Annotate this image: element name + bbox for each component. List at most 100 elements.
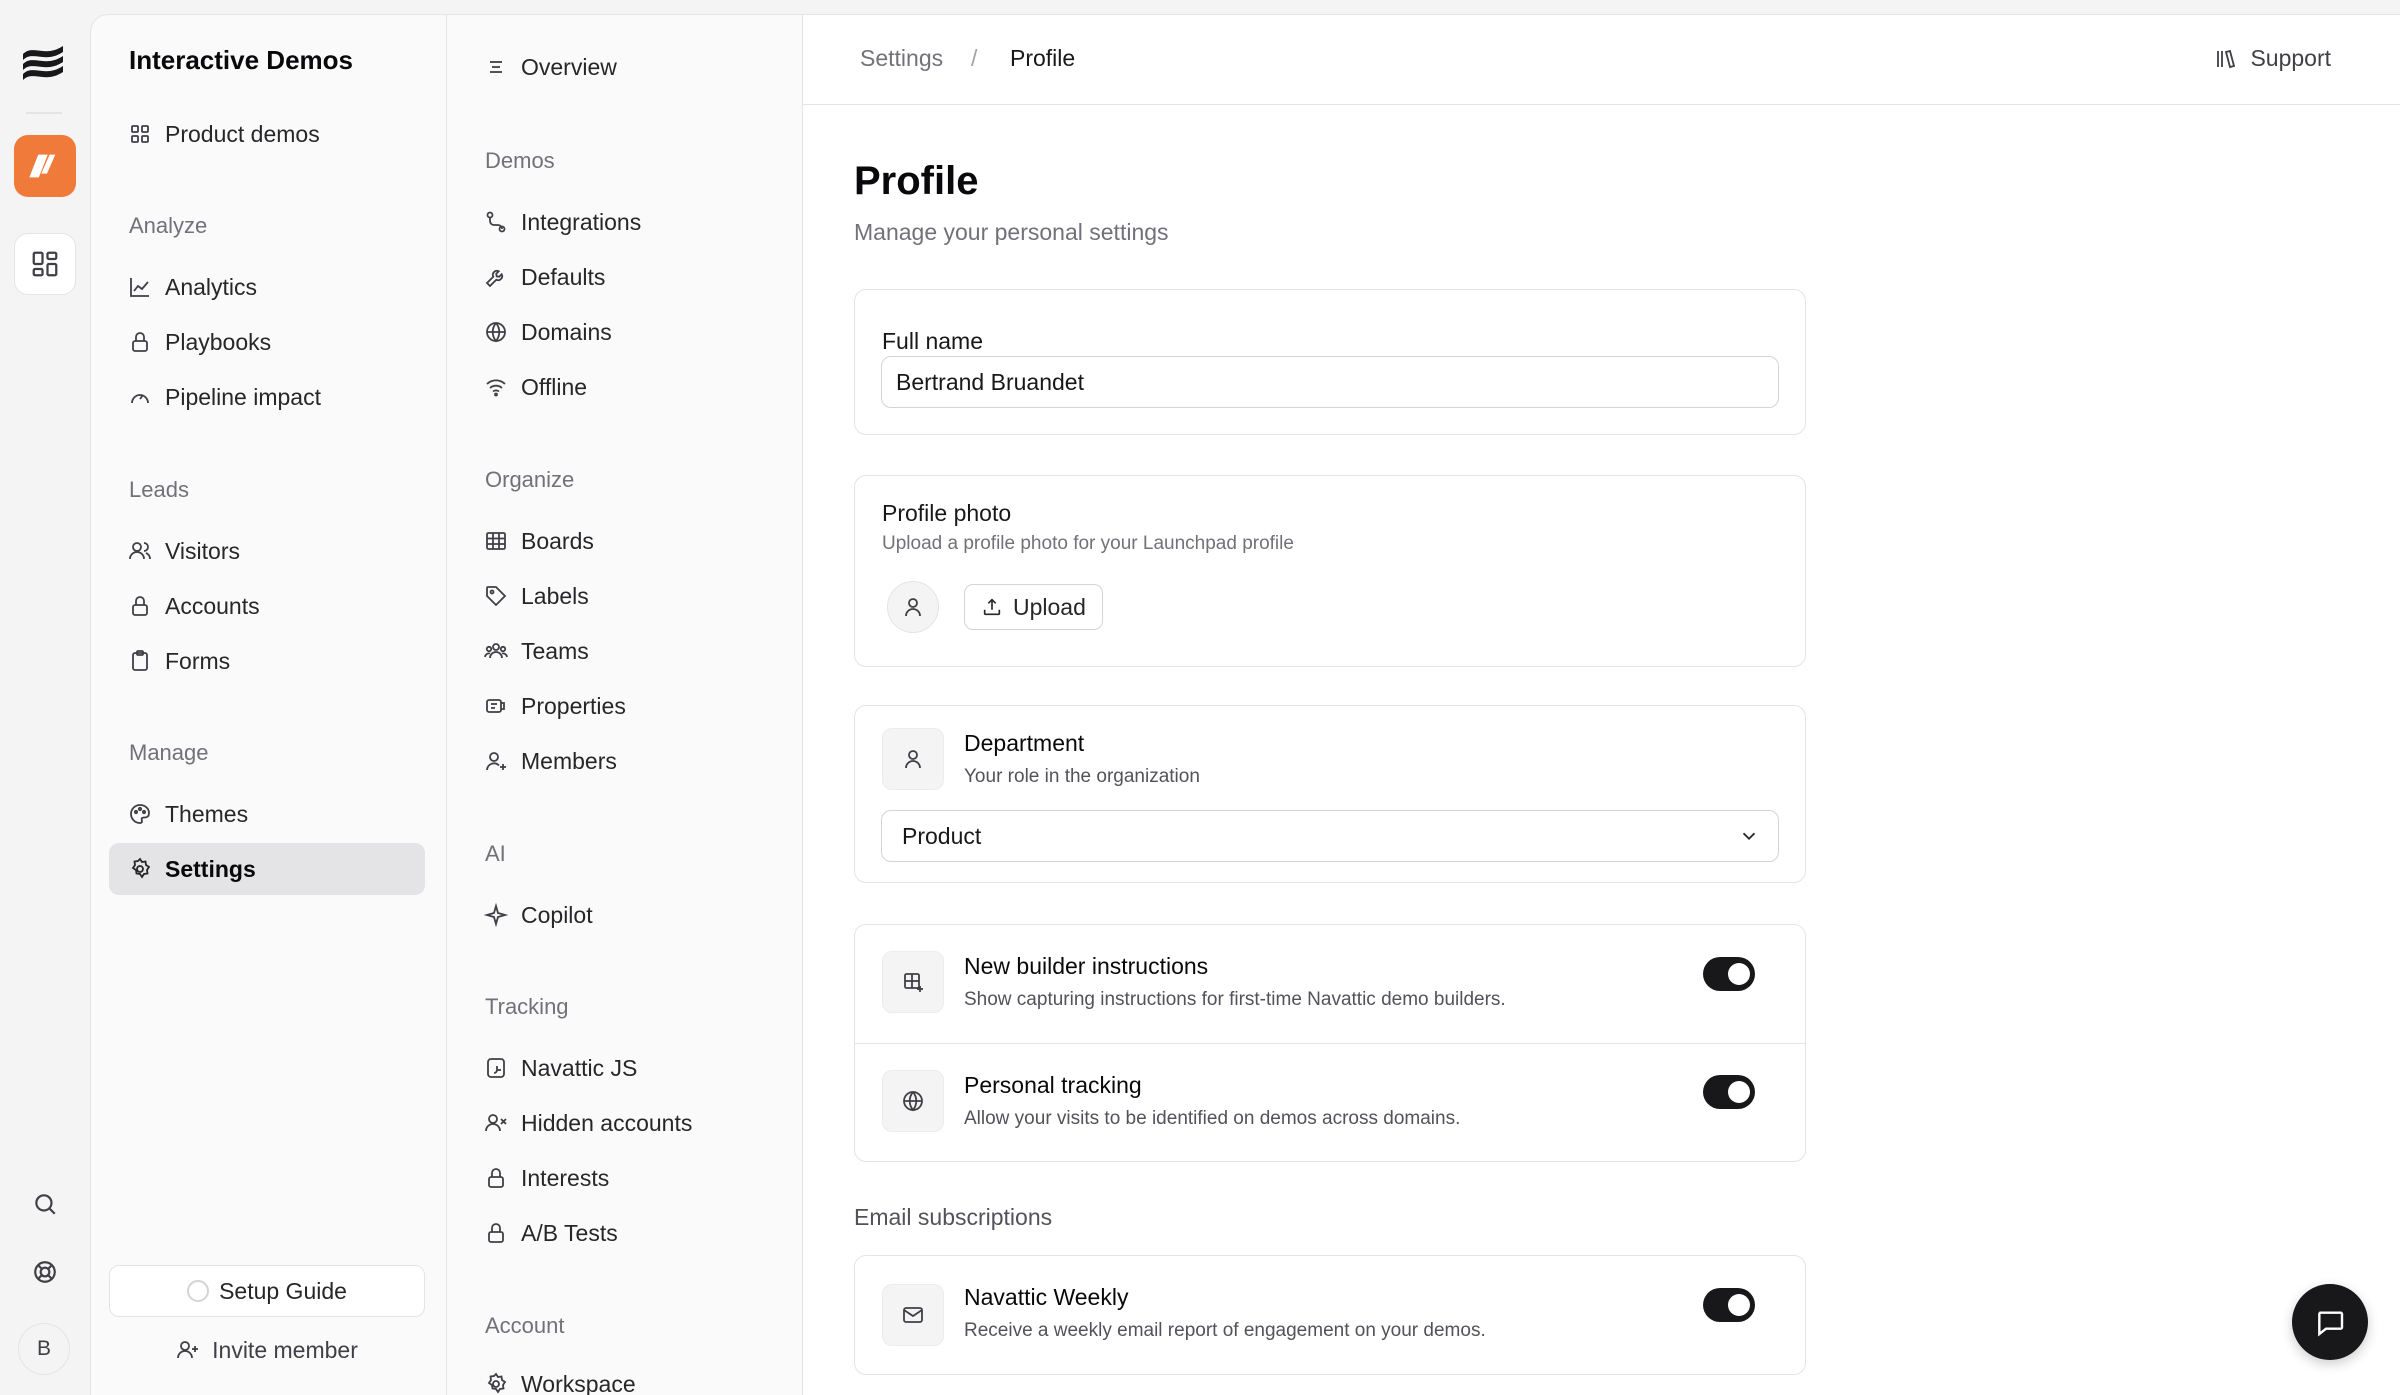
sidebar-item-product-demos[interactable]: Product demos [109,108,425,160]
upload-button[interactable]: Upload [964,584,1103,630]
sidebar-item-accounts[interactable]: Accounts [109,580,425,632]
navattic-weekly-desc: Receive a weekly email report of engagem… [964,1320,1486,1341]
toggle-knob [1728,963,1750,985]
settings-item-label: Hidden accounts [521,1109,693,1136]
settings-item-labels[interactable]: Labels [465,570,781,622]
settings-item-label: Properties [521,692,626,719]
department-select[interactable]: Product [881,810,1779,862]
navattic-weekly-toggle[interactable] [1703,1288,1755,1322]
settings-item-copilot[interactable]: Copilot [465,889,781,941]
primary-sidebar: Interactive Demos Product demos Analyze … [90,14,446,1395]
wrench-icon [483,264,509,290]
users-icon [127,538,153,564]
lock-icon [127,329,153,355]
setup-guide-label: Setup Guide [219,1277,347,1304]
demos-grid-icon[interactable] [14,233,76,295]
invite-member-label: Invite member [212,1336,358,1363]
list-icon [483,54,509,80]
sidebar-item-analytics[interactable]: Analytics [109,261,425,313]
settings-item-label: Defaults [521,263,606,290]
chevron-down-icon [1742,832,1756,841]
search-icon[interactable] [27,1186,63,1222]
avatar-placeholder [887,581,939,633]
settings-item-ab-tests[interactable]: A/B Tests [465,1207,781,1259]
invite-member-button[interactable]: Invite member [109,1326,425,1374]
settings-item-navattic-js[interactable]: Navattic JS [465,1042,781,1094]
progress-ring-icon [187,1280,210,1302]
settings-item-label: Copilot [521,901,593,928]
user-x-icon [483,1110,509,1136]
settings-item-label: Domains [521,318,612,345]
breadcrumb-settings[interactable]: Settings [860,45,943,72]
settings-item-domains[interactable]: Domains [465,306,781,358]
line-chart-icon [127,274,153,300]
breadcrumb-separator: / [971,45,978,71]
settings-item-offline[interactable]: Offline [465,361,781,413]
settings-item-boards[interactable]: Boards [465,515,781,567]
clipboard-icon [127,648,153,674]
builder-icon-box [882,951,944,1013]
sidebar-item-forms[interactable]: Forms [109,635,425,687]
wifi-icon [483,374,509,400]
lock-icon [483,1165,509,1191]
main-content: Settings / Profile Support Profile Manag… [802,14,2400,1395]
table-grid-icon [483,528,509,554]
mail-icon [903,1307,923,1323]
user-avatar[interactable]: B [18,1323,70,1375]
top-bar: Settings / Profile Support [803,15,2400,105]
settings-item-defaults[interactable]: Defaults [465,251,781,303]
navattic-logo-icon[interactable] [19,40,69,86]
settings-item-members[interactable]: Members [465,735,781,787]
launchpad-app-icon[interactable] [14,135,76,197]
profile-photo-hint: Upload a profile photo for your Launchpa… [882,533,1294,554]
sidebar-item-themes[interactable]: Themes [109,788,425,840]
settings-item-integrations[interactable]: Integrations [465,196,781,248]
support-button[interactable]: Support [2214,45,2331,72]
personal-tracking-title: Personal tracking [964,1072,1142,1098]
section-label-leads: Leads [129,477,189,502]
settings-item-label: Navattic JS [521,1054,638,1081]
globe-icon [903,1091,923,1112]
department-value: Product [902,822,982,849]
settings-item-overview[interactable]: Overview [465,41,781,93]
settings-item-interests[interactable]: Interests [465,1152,781,1204]
message-icon [2318,1311,2344,1337]
toggle-knob [1728,1294,1750,1316]
globe-icon [483,319,509,345]
gear-icon [127,856,153,882]
sidebar-item-visitors[interactable]: Visitors [109,525,425,577]
navattic-weekly-title: Navattic Weekly [964,1284,1129,1310]
settings-item-teams[interactable]: Teams [465,625,781,677]
chat-button[interactable] [2292,1284,2368,1360]
user-icon [905,598,921,617]
sidebar-item-settings[interactable]: Settings [109,843,425,895]
full-name-input[interactable]: Bertrand Bruandet [881,356,1779,408]
sidebar-item-playbooks[interactable]: Playbooks [109,316,425,368]
section-label-tracking: Tracking [485,994,569,1019]
section-label-manage: Manage [129,740,209,765]
sidebar-item-label: Visitors [165,537,240,564]
avatar-initial: B [36,1337,51,1360]
help-lifebuoy-icon[interactable] [27,1254,63,1290]
mail-icon-box [882,1284,944,1346]
app-rail: B [0,0,90,1395]
email-subscriptions-heading: Email subscriptions [854,1204,1053,1230]
setup-guide-button[interactable]: Setup Guide [109,1265,425,1317]
rail-divider [26,112,62,114]
settings-item-hidden-accounts[interactable]: Hidden accounts [465,1097,781,1149]
section-label-analyze: Analyze [129,213,208,238]
settings-item-label: Teams [521,637,589,664]
department-icon-box [882,728,944,790]
profile-photo-label: Profile photo [882,500,1012,526]
profile-photo-card: Profile photo Upload a profile photo for… [854,475,1806,667]
gauge-icon [127,384,153,410]
settings-item-workspace[interactable]: Workspace [465,1358,781,1395]
section-label-ai: AI [485,841,506,866]
settings-item-label: Boards [521,527,594,554]
settings-item-properties[interactable]: Properties [465,680,781,732]
lock-icon [127,593,153,619]
builder-instructions-toggle[interactable] [1703,957,1755,991]
sidebar-item-pipeline-impact[interactable]: Pipeline impact [109,371,425,423]
personal-tracking-toggle[interactable] [1703,1075,1755,1109]
department-card: Department Your role in the organization… [854,705,1806,883]
